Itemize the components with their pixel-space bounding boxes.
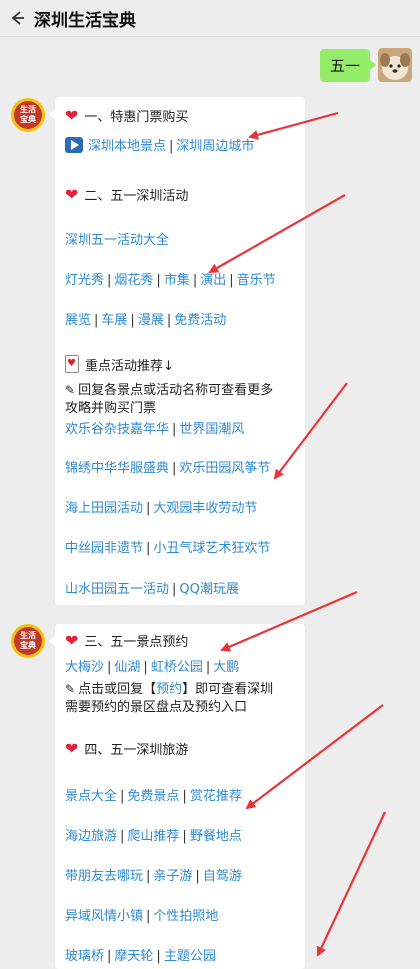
- message-card-1: ❤ 一、特惠门票购买 深圳本地景点 | 深圳周边城市 ❤ 二、五一深圳活动 深圳五一活动…: [49, 97, 305, 605]
- bot-avatar-text-top: 生活: [20, 105, 36, 114]
- link-row: 展览 | 车展 | 漫展 | 免费活动: [65, 313, 227, 328]
- link-item[interactable]: 深圳五一活动大全: [65, 233, 169, 248]
- link-item[interactable]: QQ潮玩展: [179, 582, 238, 597]
- bot-avatar-text-bottom: 宝典: [20, 641, 36, 650]
- link-item[interactable]: 自驾游: [203, 869, 242, 884]
- link-row: 大梅沙 | 仙湖 | 虹桥公园 | 大鹏: [65, 660, 240, 675]
- link-item[interactable]: 亲子游: [153, 869, 192, 884]
- bot-avatar[interactable]: 生活 宝典: [11, 624, 45, 658]
- note-text: ✎ 点击或回复【预约】即可查看深圳: [65, 680, 273, 699]
- user-avatar[interactable]: [378, 48, 412, 82]
- link-item[interactable]: 欢乐田园风筝节: [179, 461, 270, 476]
- note-text: 需要预约的景区盘点及预约入口: [65, 700, 248, 715]
- heart-icon: ❤: [65, 631, 79, 650]
- annotation-arrow: [316, 811, 386, 957]
- play-icon: [65, 137, 83, 153]
- link-item[interactable]: 异域风情小镇: [65, 909, 143, 924]
- bot-avatar-text-top: 生活: [20, 631, 36, 640]
- bot-avatar-logo: 生活 宝典: [14, 627, 42, 655]
- link-row: 锦绣中华华服盛典 | 欢乐田园风筝节: [65, 461, 271, 476]
- link-item[interactable]: 野餐地点: [190, 829, 242, 844]
- page-title: 深圳生活宝典: [34, 10, 136, 31]
- link-item[interactable]: 爬山推荐: [127, 829, 179, 844]
- link-item[interactable]: 灯光秀: [65, 273, 104, 288]
- link-row: 灯光秀 | 烟花秀 | 市集 | 演出 | 音乐节: [65, 273, 276, 288]
- link-item[interactable]: 赏花推荐: [190, 789, 242, 804]
- link-item[interactable]: 展览: [65, 313, 91, 328]
- link-item[interactable]: 虹桥公园: [151, 660, 203, 675]
- link-item[interactable]: 世界国潮风: [179, 422, 244, 437]
- link-item[interactable]: 仙湖: [114, 660, 140, 675]
- link-item[interactable]: 漫展: [138, 313, 164, 328]
- note-prefix: 点击或回复【: [78, 682, 157, 697]
- link-item[interactable]: 大梅沙: [65, 660, 104, 675]
- heart-icon: ❤: [65, 739, 79, 758]
- link-row: 海上田园活动 | 大观园丰收劳动节: [65, 501, 258, 516]
- link-row: 深圳本地景点 | 深圳周边城市: [65, 137, 254, 156]
- playing-card-icon: [65, 355, 79, 373]
- back-button[interactable]: [0, 0, 34, 36]
- link-item[interactable]: 免费活动: [174, 313, 226, 328]
- section-heading: ❤ 二、五一深圳活动: [65, 186, 188, 206]
- bot-avatar[interactable]: 生活 宝典: [11, 98, 45, 132]
- heart-icon: ❤: [65, 106, 79, 125]
- link-item[interactable]: 带朋友去哪玩: [65, 869, 143, 884]
- section-title: 三、五一景点预约: [84, 635, 189, 650]
- link-row: 景点大全 | 免费景点 | 赏花推荐: [65, 789, 242, 804]
- link-item[interactable]: 海上田园活动: [65, 501, 143, 516]
- section-title: 一、特惠门票购买: [84, 110, 189, 125]
- section-heading: ❤ 三、五一景点预约: [65, 632, 188, 652]
- dog-avatar-icon: [378, 48, 412, 82]
- link-item[interactable]: 演出: [200, 273, 226, 288]
- link-reservation[interactable]: 预约: [156, 682, 182, 697]
- link-item[interactable]: 免费景点: [127, 789, 179, 804]
- link-row: 欢乐谷杂技嘉年华 | 世界国潮风: [65, 422, 245, 437]
- heart-icon: ❤: [65, 185, 79, 204]
- link-item[interactable]: 烟花秀: [114, 273, 153, 288]
- link-row: 玻璃桥 | 摩天轮 | 主题公园: [65, 949, 216, 964]
- back-arrow-icon: [11, 11, 24, 25]
- note-line: 回复各景点或活动名称可查看更多: [78, 383, 274, 398]
- link-row: 山水田园五一活动 | QQ潮玩展: [65, 582, 239, 597]
- section-heading: ❤ 四、五一深圳旅游: [65, 740, 188, 760]
- bot-avatar-logo: 生活 宝典: [14, 101, 42, 129]
- link-item[interactable]: 欢乐谷杂技嘉年华: [65, 422, 169, 437]
- note-text: ✎ 回复各景点或活动名称可查看更多: [65, 381, 273, 400]
- link-item[interactable]: 音乐节: [237, 273, 276, 288]
- note-suffix: 】即可查看深圳: [182, 682, 274, 697]
- section-title: 二、五一深圳活动: [84, 189, 189, 204]
- pencil-icon: ✎: [65, 383, 76, 397]
- link-item[interactable]: 大鹏: [213, 660, 239, 675]
- link-item[interactable]: 市集: [164, 273, 190, 288]
- note-text: 攻略并购买门票: [65, 401, 157, 416]
- link-item[interactable]: 大观园丰收劳动节: [153, 501, 257, 516]
- link-row: 海边旅游 | 爬山推荐 | 野餐地点: [65, 829, 242, 844]
- link-item[interactable]: 山水田园五一活动: [65, 582, 169, 597]
- link-row: 中丝园非遗节 | 小丑气球艺术狂欢节: [65, 541, 271, 556]
- link-nearby-cities[interactable]: 深圳周边城市: [176, 139, 254, 154]
- section-title: 四、五一深圳旅游: [84, 743, 189, 758]
- section-title: 重点活动推荐↓: [85, 359, 174, 374]
- link-item[interactable]: 中丝园非遗节: [65, 541, 143, 556]
- user-message-bubble[interactable]: 五一: [320, 49, 377, 82]
- link-item[interactable]: 锦绣中华华服盛典: [65, 461, 169, 476]
- link-row: 带朋友去哪玩 | 亲子游 | 自驾游: [65, 869, 242, 884]
- link-row: 深圳五一活动大全: [65, 232, 169, 250]
- top-bar: 深圳生活宝典: [0, 0, 420, 37]
- link-item[interactable]: 车展: [101, 313, 127, 328]
- section-heading: 重点活动推荐↓: [65, 355, 174, 376]
- section-heading: ❤ 一、特惠门票购买: [65, 107, 188, 127]
- link-row: 异域风情小镇 | 个性拍照地: [65, 909, 219, 924]
- link-item[interactable]: 小丑气球艺术狂欢节: [153, 541, 270, 556]
- message-card-2: ❤ 三、五一景点预约 大梅沙 | 仙湖 | 虹桥公园 | 大鹏 ✎ 点击或回复【预约】即可查看深…: [49, 624, 305, 969]
- bot-avatar-text-bottom: 宝典: [20, 115, 36, 124]
- link-item[interactable]: 海边旅游: [65, 829, 117, 844]
- link-local-spots[interactable]: 深圳本地景点: [88, 139, 166, 154]
- link-item[interactable]: 景点大全: [65, 789, 117, 804]
- pencil-icon: ✎: [65, 682, 76, 696]
- link-item[interactable]: 个性拍照地: [153, 909, 218, 924]
